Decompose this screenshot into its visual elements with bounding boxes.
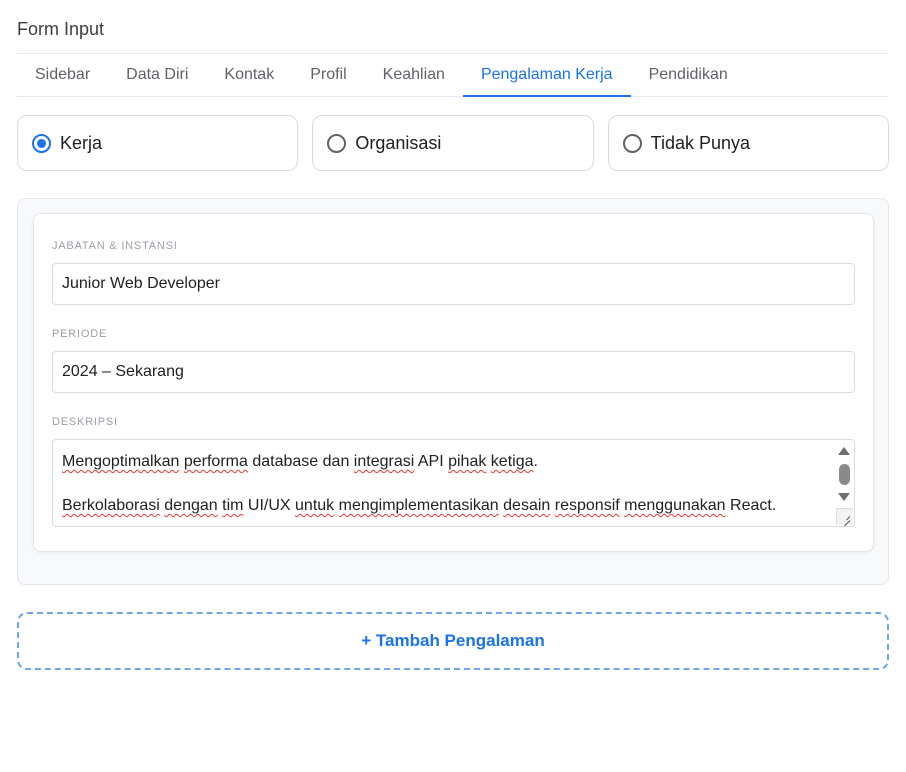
- tab-data-diri[interactable]: Data Diri: [108, 54, 206, 96]
- experience-panel: JABATAN & INSTANSI Junior Web Developer …: [17, 198, 889, 585]
- radio-option-kerja[interactable]: Kerja: [17, 115, 299, 171]
- description-line: Berkolaborasi dengan tim UI/UX untuk men…: [62, 495, 828, 517]
- form-input-page: Form Input Sidebar Data Diri Kontak Prof…: [0, 0, 906, 772]
- radio-option-label: Organisasi: [355, 132, 442, 153]
- radio-unchecked-icon[interactable]: [327, 133, 347, 153]
- tab-pengalaman-kerja[interactable]: Pengalaman Kerja: [462, 54, 631, 97]
- tab-sidebar[interactable]: Sidebar: [17, 54, 108, 96]
- add-experience-button[interactable]: + Tambah Pengalaman: [17, 612, 889, 670]
- tab-kontak[interactable]: Kontak: [206, 54, 292, 96]
- tab-profil[interactable]: Profil: [292, 54, 364, 96]
- description-line: Mengoptimalkan performa database dan int…: [62, 451, 828, 473]
- radio-option-label: Tidak Punya: [650, 132, 751, 153]
- scroll-thumb[interactable]: [839, 464, 850, 485]
- position-label: JABATAN & INSTANSI: [52, 240, 178, 252]
- spellcheck-word: responsif: [554, 497, 620, 514]
- spellcheck-word: integrasi: [353, 453, 415, 470]
- experience-entry-card: JABATAN & INSTANSI Junior Web Developer …: [33, 213, 874, 552]
- radio-unchecked-icon[interactable]: [622, 133, 642, 153]
- position-input[interactable]: Junior Web Developer: [52, 263, 855, 305]
- resize-handle-icon[interactable]: [836, 508, 853, 525]
- spellcheck-word: untuk: [295, 497, 335, 514]
- experience-type-group: Kerja Organisasi Tidak Punya: [17, 115, 889, 171]
- spellcheck-word: Berkolaborasi: [62, 497, 160, 514]
- radio-checked-icon[interactable]: [32, 133, 51, 153]
- radio-option-label: Kerja: [60, 132, 103, 153]
- spellcheck-word: menggunakan: [624, 497, 726, 514]
- radio-option-organisasi[interactable]: Organisasi: [312, 115, 594, 171]
- spellcheck-word: ketiga: [490, 453, 534, 470]
- description-line-text: Berkolaborasi dengan tim UI/UX untuk men…: [62, 497, 777, 514]
- page-title: Form Input: [17, 19, 105, 39]
- radio-option-tidak-punya[interactable]: Tidak Punya: [607, 115, 889, 171]
- tab-pendidikan[interactable]: Pendidikan: [631, 54, 746, 96]
- description-line-text: Mengoptimalkan performa database dan int…: [62, 453, 538, 470]
- section-tabs: Sidebar Data Diri Kontak Profil Keahlian…: [17, 54, 889, 97]
- spellcheck-word: pihak: [448, 453, 487, 470]
- tab-keahlian[interactable]: Keahlian: [365, 54, 463, 96]
- period-input[interactable]: 2024 – Sekarang: [52, 351, 855, 393]
- period-label: PERIODE: [52, 328, 108, 340]
- spellcheck-word: Mengoptimalkan: [62, 453, 180, 470]
- spellcheck-word: desain: [503, 497, 551, 514]
- spellcheck-word: mengimplementasikan: [338, 497, 499, 514]
- spellcheck-word: performa: [183, 453, 248, 470]
- scroll-down-icon[interactable]: [838, 493, 850, 501]
- description-label: DESKRIPSI: [52, 416, 118, 428]
- description-textarea[interactable]: Mengoptimalkan performa database dan int…: [52, 439, 855, 527]
- scroll-up-icon[interactable]: [838, 447, 850, 455]
- spellcheck-word: dengan: [164, 497, 218, 514]
- spellcheck-word: tim: [222, 497, 244, 514]
